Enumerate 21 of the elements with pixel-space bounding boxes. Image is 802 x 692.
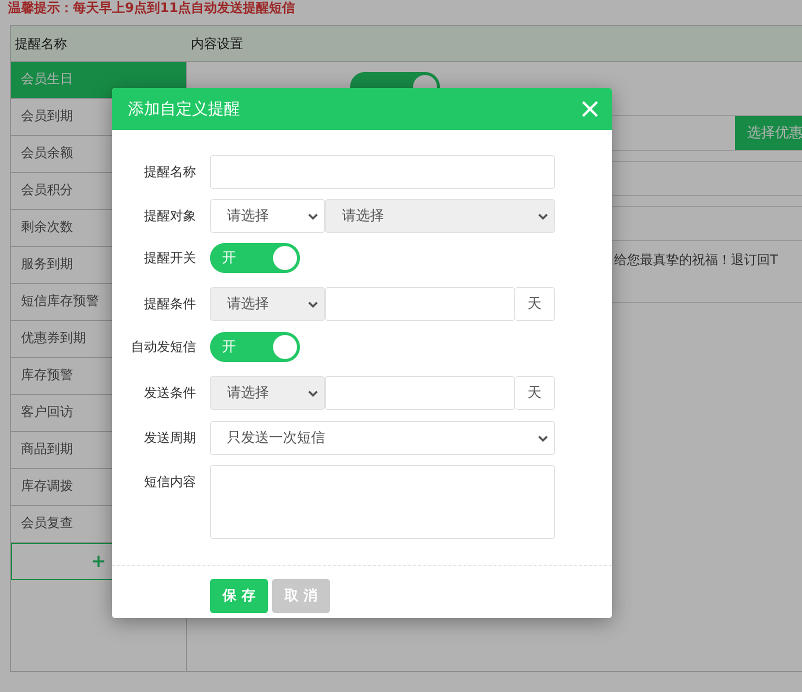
caret-icon	[308, 300, 318, 308]
caret-icon	[538, 212, 548, 220]
select-field[interactable]: 请选择	[325, 199, 555, 233]
caret-icon	[308, 390, 318, 396]
caret-icon	[308, 212, 318, 220]
select-field[interactable]: 请选择	[210, 287, 325, 321]
unit-addon: 天	[515, 287, 555, 321]
close-icon[interactable]	[582, 101, 598, 117]
unit-addon: 天	[515, 376, 555, 410]
column-header: 提醒名称	[14, 36, 68, 52]
input-field[interactable]	[210, 155, 555, 189]
select-field[interactable]: 只发送一次短信	[210, 421, 555, 455]
column-header: 内容设置	[191, 36, 243, 52]
notice-text: 温馨提示：每天早上9点到11点自动发送提醒短信	[7, 0, 296, 18]
input-field[interactable]	[325, 287, 515, 321]
input-field[interactable]	[325, 376, 515, 410]
message-preview: 给您最真挚的祝福！退订回T	[614, 252, 779, 269]
textarea-field[interactable]	[210, 465, 555, 539]
select-field[interactable]: 请选择	[210, 199, 325, 233]
select-field[interactable]: 请选择	[210, 376, 325, 410]
caret-icon	[538, 434, 548, 442]
